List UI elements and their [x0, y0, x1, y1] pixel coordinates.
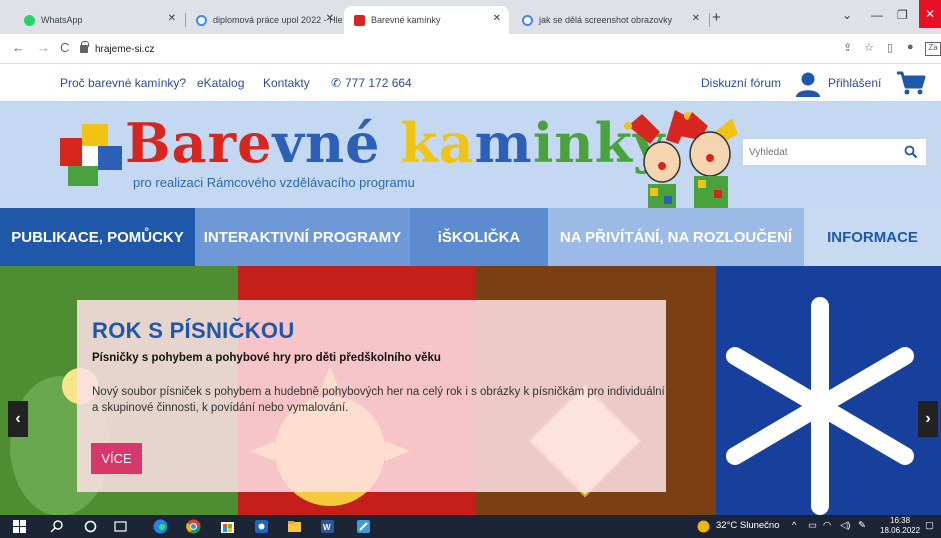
search-icon[interactable] — [50, 519, 65, 534]
bookmark-star-icon[interactable]: ☆ — [864, 41, 874, 54]
reload-icon[interactable]: C — [60, 40, 69, 55]
main-navigation: PUBLIKACE, POMŮCKY INTERAKTIVNÍ PROGRAMY… — [0, 208, 941, 266]
slide-caption: ROK S PÍSNIČKOU Písničky s pohybem a poh… — [77, 300, 666, 492]
url-field[interactable]: hrajeme-si.cz — [80, 39, 840, 59]
nav-item-publikace[interactable]: PUBLIKACE, POMŮCKY — [0, 208, 195, 266]
logo-letter: B — [125, 111, 172, 175]
nav-item-iskolicka[interactable]: iŠKOLIČKA — [410, 208, 548, 266]
lock-icon — [80, 41, 89, 53]
app-icon[interactable] — [254, 519, 269, 534]
google-icon — [196, 14, 207, 26]
cart-icon[interactable] — [896, 70, 926, 96]
hero-slider: ROK S PÍSNIČKOU Písničky s pohybem a poh… — [0, 266, 941, 515]
logo-letter: vné — [272, 111, 381, 175]
nav-item-na-privitani[interactable]: NA PŘIVÍTÁNÍ, NA ROZLOUČENÍ — [548, 208, 804, 266]
contacts-link[interactable]: Kontakty — [263, 76, 310, 90]
logo-letter: ka — [380, 111, 475, 175]
edge-icon[interactable] — [153, 519, 168, 534]
clock[interactable]: 16:38 18.06.2022 — [880, 516, 920, 536]
top-navigation: Proč barevné kamínky? eKatalog Kontakty … — [0, 64, 941, 101]
login-link[interactable]: Přihlášení — [828, 76, 881, 90]
logo-icon[interactable] — [60, 124, 122, 186]
logo-subtitle: pro realizaci Rámcového vzdělávacího pro… — [133, 175, 415, 190]
tab-title: jak se dělá screenshot obrazovky — [539, 15, 673, 25]
tab-screenshot[interactable]: jak se dělá screenshot obrazovky ✕ — [512, 6, 708, 34]
logo-letter: m — [474, 111, 533, 175]
clock-date: 18.06.2022 — [880, 526, 921, 535]
share-icon[interactable]: ⇪ — [843, 41, 852, 54]
task-view-icon[interactable] — [113, 519, 128, 534]
search-icon[interactable] — [904, 145, 918, 159]
site-header: Barevné kaminky pro realizaci Rámcového … — [0, 101, 941, 208]
slider-prev-arrow-icon[interactable]: ‹ — [8, 401, 28, 437]
logo-letter: are — [171, 111, 273, 175]
nav-item-interaktivni-programy[interactable]: INTERAKTIVNÍ PROGRAMY — [195, 208, 410, 266]
site-favicon-icon — [354, 14, 365, 26]
phone-icon: ✆ — [331, 76, 342, 90]
windows-taskbar: W 32°C Slunečno ^ ▭ ◠ ◁) ✎ 16:38 18.06.2… — [0, 515, 941, 538]
slide-title[interactable]: ROK S PÍSNIČKOU — [92, 318, 295, 344]
why-link[interactable]: Proč barevné kamínky? — [60, 76, 186, 90]
forum-link[interactable]: Diskuzní fórum — [701, 76, 781, 90]
google-icon — [522, 14, 533, 26]
close-icon[interactable]: ✕ — [326, 13, 334, 24]
back-icon[interactable]: ← — [12, 40, 25, 55]
nav-item-informace[interactable]: INFORMACE — [804, 208, 941, 266]
side-panel-icon[interactable]: ▯ — [887, 41, 893, 54]
address-bar: ← → C hrajeme-si.cz ⇪ ☆ ▯ ● Za — [0, 34, 941, 64]
minimize-icon[interactable]: — — [871, 8, 883, 22]
tab-whatsapp[interactable]: WhatsApp ✕ — [14, 6, 184, 34]
tab-diplomova[interactable]: diplomová práce upol 2022 - Hle ✕ — [186, 6, 342, 34]
tab-search-icon[interactable]: ⌄ — [842, 8, 852, 22]
clock-time: 16:38 — [890, 516, 911, 525]
close-icon[interactable]: ✕ — [168, 13, 176, 24]
profile-icon[interactable]: ● — [907, 41, 914, 53]
battery-icon[interactable]: ▭ — [808, 520, 817, 531]
close-icon[interactable]: ✕ — [493, 13, 501, 24]
site-logo-title[interactable]: Barevné kaminky — [125, 111, 665, 175]
file-explorer-icon[interactable] — [287, 519, 302, 534]
tab-title: diplomová práce upol 2022 - Hle — [213, 15, 342, 25]
extension-icon[interactable]: Za — [925, 42, 941, 56]
weather-text[interactable]: 32°C Slunečno — [716, 520, 779, 531]
more-button[interactable]: VÍCE — [91, 443, 142, 474]
search-input[interactable] — [743, 146, 893, 158]
cortana-icon[interactable] — [83, 519, 98, 534]
website: Proč barevné kamínky? eKatalog Kontakty … — [0, 64, 941, 515]
tab-title: WhatsApp — [41, 15, 83, 25]
store-icon[interactable] — [220, 519, 235, 534]
notifications-icon[interactable]: ▢ — [925, 520, 934, 531]
new-tab-button[interactable]: + — [712, 9, 721, 26]
forward-icon[interactable]: → — [37, 40, 50, 55]
whatsapp-icon — [24, 14, 35, 26]
search-box — [742, 138, 927, 166]
user-icon[interactable] — [795, 71, 821, 97]
catalog-link[interactable]: eKatalog — [197, 76, 244, 90]
tab-barevne-kaminky[interactable]: Barevné kamínky ✕ — [344, 6, 509, 34]
close-icon[interactable]: ✕ — [692, 13, 700, 24]
clowns-illustration — [624, 110, 738, 208]
weather-sun-icon[interactable] — [697, 520, 710, 533]
restore-icon[interactable]: ❐ — [897, 8, 908, 22]
url-text: hrajeme-si.cz — [95, 43, 155, 55]
network-icon[interactable]: ◠ — [823, 520, 831, 531]
word-icon[interactable]: W — [320, 519, 335, 534]
pen-icon[interactable]: ✎ — [858, 520, 866, 531]
volume-icon[interactable]: ◁) — [840, 520, 850, 531]
windows-start-icon[interactable] — [12, 519, 27, 534]
tray-chevron-icon[interactable]: ^ — [792, 520, 796, 531]
slider-next-arrow-icon[interactable]: › — [918, 401, 938, 437]
tab-title: Barevné kamínky — [371, 15, 441, 25]
svg-text:W: W — [323, 523, 331, 532]
window-close-button[interactable]: ✕ — [919, 0, 941, 28]
phone-link[interactable]: 777 172 664 — [345, 76, 412, 90]
chrome-icon[interactable] — [186, 519, 201, 534]
slide-description: Nový soubor písniček s pohybem a hudebně… — [92, 386, 665, 414]
browser-tab-strip: WhatsApp ✕ diplomová práce upol 2022 - H… — [0, 0, 941, 34]
paint-icon[interactable] — [356, 519, 371, 534]
slide-subtitle: Písničky s pohybem a pohybové hry pro dě… — [92, 352, 441, 364]
